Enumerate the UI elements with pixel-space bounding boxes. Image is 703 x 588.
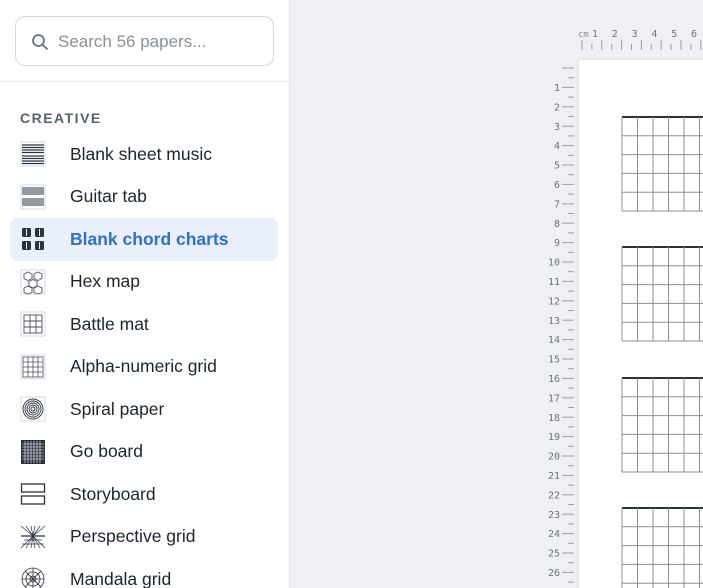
battle-mat-icon (20, 311, 46, 337)
ruler-tick-label: 11 (548, 277, 560, 288)
ruler-tick-label: 8 (554, 219, 560, 230)
ruler-tick-label: 18 (548, 413, 560, 424)
paper-item-perspective-grid[interactable]: Perspective grid (10, 516, 278, 559)
paper-item-label: Mandala grid (70, 568, 172, 588)
search-bar (0, 0, 289, 82)
chord-chart (621, 507, 703, 588)
ruler-tick-label: 15 (548, 355, 560, 366)
ruler-tick-label: 19 (548, 432, 560, 443)
ruler-tick-label: 26 (548, 568, 560, 579)
paper-item-go-board[interactable]: Go board (10, 431, 278, 474)
ruler-tick-label: 22 (548, 490, 560, 501)
ruler-tick-label: 6 (554, 180, 560, 191)
paper-item-blank-chord-charts[interactable]: Blank chord charts (10, 218, 278, 261)
horizontal-ruler: cm 1 2 3 4 5 6 (578, 29, 702, 50)
paper-item-label: Storyboard (70, 483, 156, 504)
paper-item-label: Go board (70, 441, 143, 462)
paper-item-label: Perspective grid (70, 526, 196, 547)
ruler-tick-label: 14 (548, 335, 560, 346)
ruler-tick-label: 20 (548, 452, 560, 463)
paper-item-label: Guitar tab (70, 186, 147, 207)
ruler-tick-label: 9 (554, 238, 560, 249)
perspective-grid-icon (20, 525, 46, 548)
ruler-tick-label: 16 (548, 374, 560, 385)
ruler-unit-label: cm (578, 30, 589, 40)
paper-item-label: Battle mat (70, 313, 149, 334)
paper-item-guitar-tab[interactable]: Guitar tab (10, 176, 278, 219)
ruler-tick-label: 25 (548, 549, 560, 560)
ruler-tick-label: 23 (548, 510, 560, 521)
ruler-tick-label: 1 (554, 83, 560, 94)
chord-chart-grids (621, 116, 703, 588)
ruler-tick-label: 4 (554, 141, 560, 152)
ruler-tick-label: 17 (548, 393, 560, 404)
paper-item-label: Hex map (70, 271, 141, 292)
ruler-tick-label: 3 (632, 29, 638, 40)
storyboard-icon (20, 483, 46, 505)
search-box[interactable] (15, 16, 274, 66)
ruler-tick-label: 7 (554, 199, 560, 210)
chord-chart (621, 116, 703, 212)
chord-charts-icon (22, 228, 44, 251)
paper-list: Blank sheet music Guitar tab Blank chord… (10, 133, 278, 588)
paper-item-label: Blank chord charts (70, 228, 229, 249)
preview-canvas: cm 1 2 3 4 5 6 1 2 3 4 5 6 7 8 9 10 11 12 13 14 15 16 17 18 19 20… (290, 0, 703, 588)
ruler-tick-label: 3 (554, 122, 560, 133)
ruler-tick-label: 6 (691, 29, 697, 40)
paper-item-mandala-grid[interactable]: Mandala grid (10, 558, 278, 588)
sheet-music-icon (20, 141, 46, 167)
paper-item-spiral-paper[interactable]: Spiral paper (10, 388, 278, 431)
chord-chart (621, 377, 703, 473)
hex-map-icon (20, 269, 46, 295)
ruler-tick-label: 2 (612, 29, 618, 40)
search-input[interactable] (58, 29, 258, 55)
spiral-icon (20, 396, 46, 422)
ruler-tick-label: 5 (671, 29, 677, 40)
paper-item-hex-map[interactable]: Hex map (10, 261, 278, 304)
paper-item-label: Blank sheet music (70, 143, 213, 164)
ruler-tick-label: 12 (548, 296, 560, 307)
paper-item-label: Alpha-numeric grid (70, 356, 217, 377)
paper-item-storyboard[interactable]: Storyboard (10, 473, 278, 516)
ruler-tick-label: 21 (548, 471, 560, 482)
chord-chart (621, 246, 703, 342)
ruler-tick-label: 2 (554, 102, 560, 113)
go-board-icon (21, 439, 45, 464)
alpha-numeric-grid-icon (20, 354, 46, 380)
sidebar: CREATIVE Blank sheet music Guitar tab (0, 0, 290, 588)
guitar-tab-icon (20, 184, 46, 210)
ruler-tick-label: 1 (592, 29, 598, 40)
section-title: CREATIVE (20, 110, 102, 126)
ruler-tick-label: 5 (554, 161, 560, 172)
ruler-tick-label: 4 (651, 29, 657, 40)
ruler-tick-label: 13 (548, 316, 560, 327)
paper-item-blank-sheet-music[interactable]: Blank sheet music (10, 133, 278, 176)
paper-item-alpha-numeric-grid[interactable]: Alpha-numeric grid (10, 346, 278, 389)
vertical-ruler: 1234567891011121314151617181920212223242… (548, 67, 574, 583)
paper-item-battle-mat[interactable]: Battle mat (10, 303, 278, 346)
search-icon (32, 34, 48, 50)
ruler-tick-label: 24 (548, 529, 560, 540)
mandala-icon (21, 567, 45, 588)
paper-item-label: Spiral paper (70, 398, 165, 419)
ruler-tick-label: 10 (548, 258, 560, 269)
paper-preview (579, 60, 703, 588)
